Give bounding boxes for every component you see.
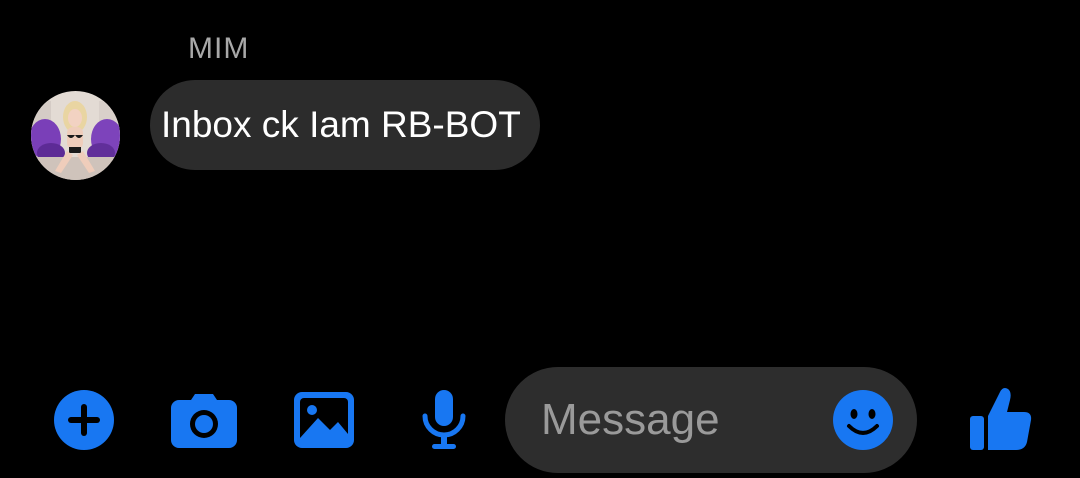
image-icon [294,392,354,448]
message-text: Inbox ck Iam RB-BOT [161,104,521,145]
avatar[interactable] [31,91,120,180]
message-input[interactable] [541,367,841,473]
sender-name: MIM [188,32,250,65]
voice-button[interactable] [420,390,468,450]
camera-icon [171,394,237,448]
thumbs-up-icon [970,388,1032,450]
like-button[interactable] [970,386,1032,450]
plus-icon [54,390,114,450]
camera-button[interactable] [171,392,237,448]
message-bubble[interactable]: Inbox ck Iam RB-BOT [150,80,540,170]
gallery-button[interactable] [294,392,354,448]
message-field[interactable] [505,367,917,473]
emoji-icon [833,390,893,450]
microphone-icon [422,390,466,449]
chat-screen: MIM Inbox ck Iam RB-BOT [0,0,1080,478]
emoji-button[interactable] [833,390,893,450]
avatar-image [31,91,120,180]
plus-button[interactable] [54,390,114,450]
